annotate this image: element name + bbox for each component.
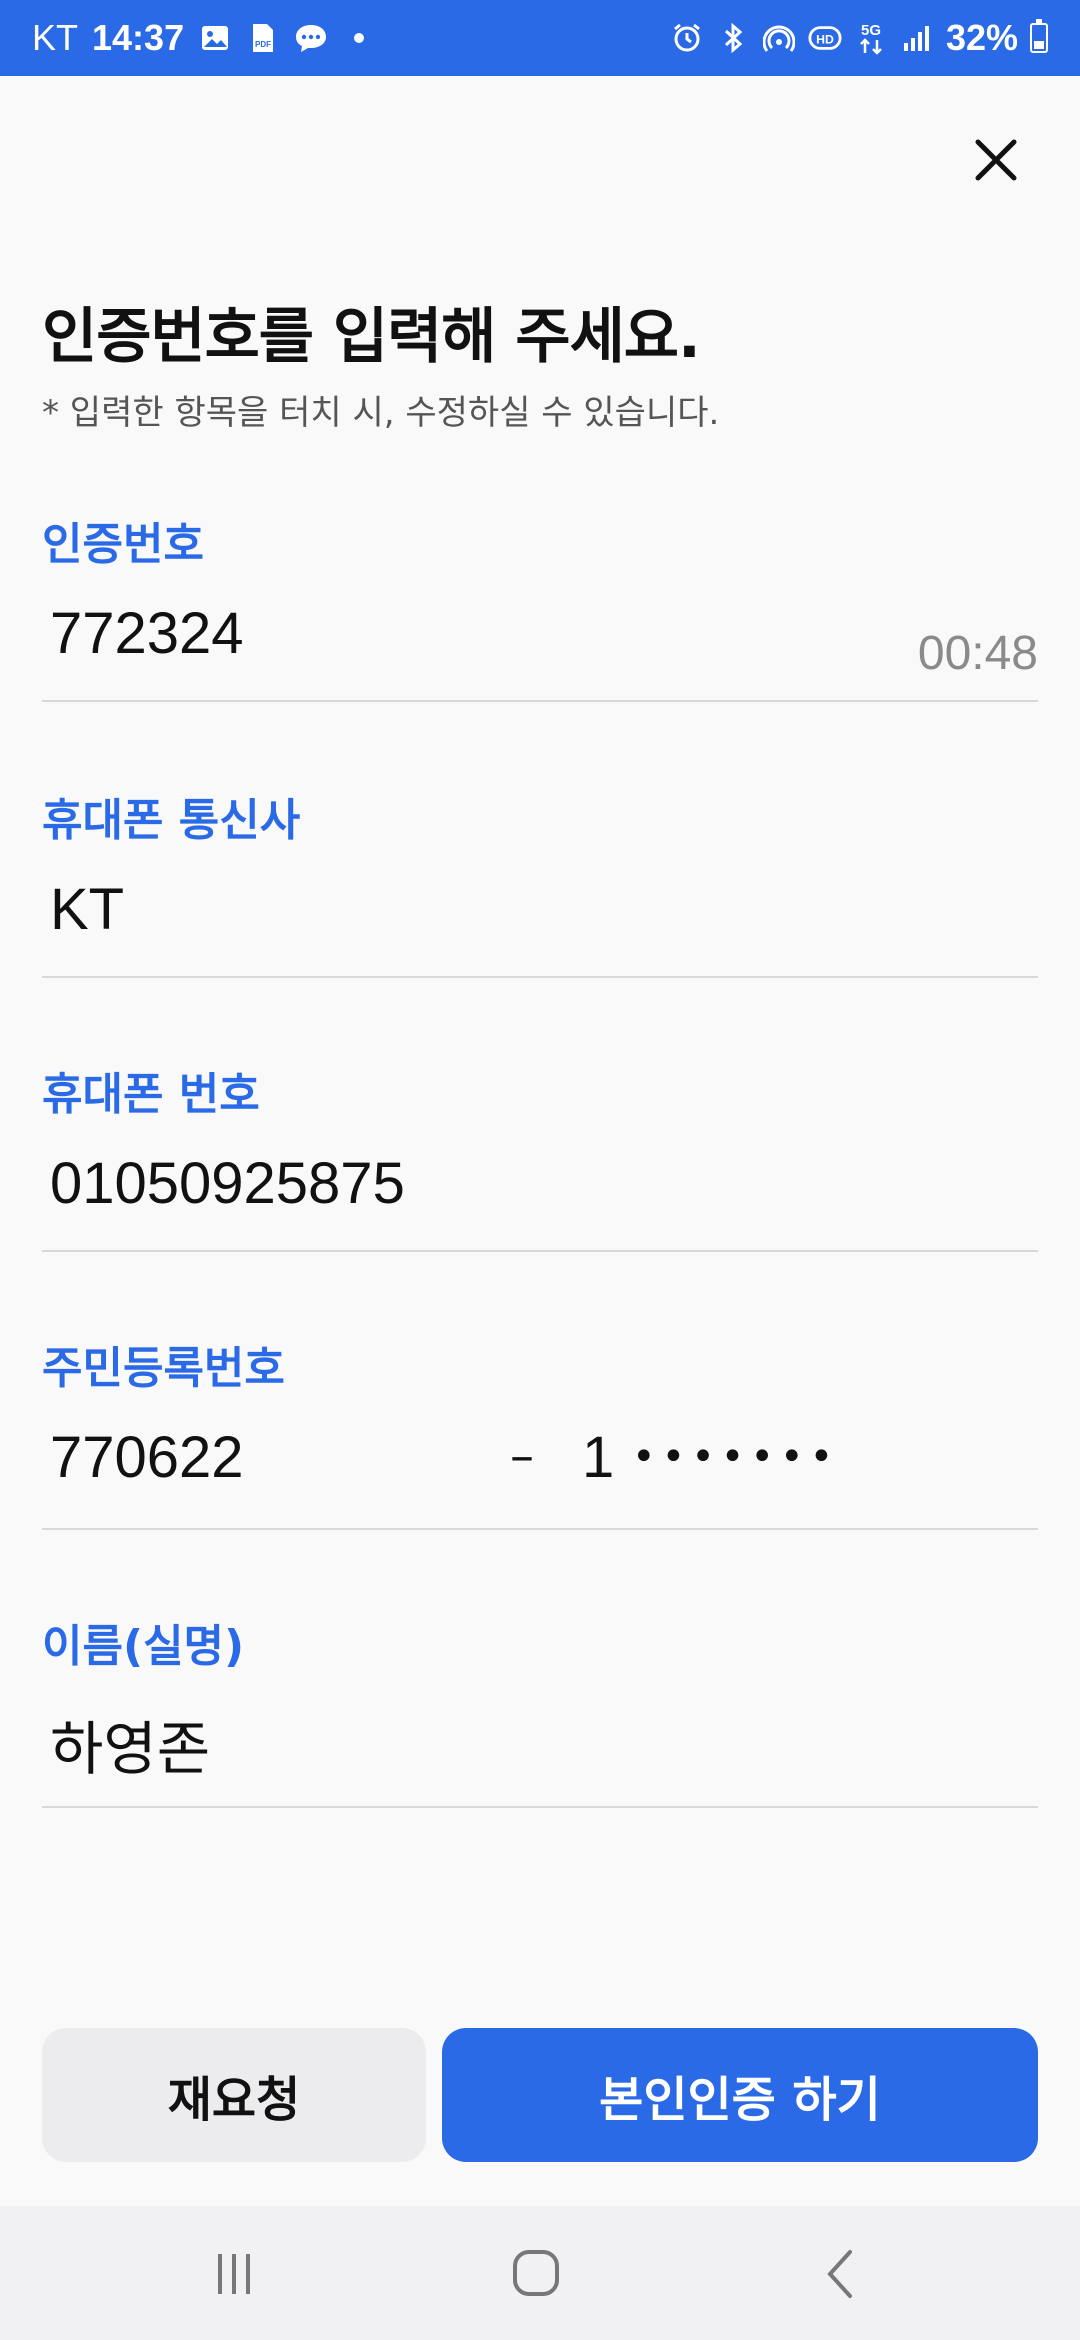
battery-icon (1030, 19, 1048, 53)
navigation-bar (0, 2206, 1080, 2340)
recent-apps-icon[interactable] (204, 2246, 264, 2302)
home-icon[interactable] (506, 2246, 566, 2302)
back-icon[interactable] (810, 2246, 870, 2302)
resident-number-label: 주민등록번호 (42, 1343, 285, 1394)
phone-number-value[interactable]: 01050925875 (50, 1150, 405, 1217)
chat-icon (294, 21, 328, 55)
phone-number-field[interactable]: 휴대폰 번호 01050925875 (42, 1058, 1038, 1254)
resident-number-front[interactable]: 770622 (50, 1424, 244, 1491)
close-button[interactable] (968, 132, 1024, 188)
carrier-name: KT (32, 17, 79, 58)
page-title: 인증번호를 입력해 주세요. (42, 302, 701, 372)
signal-icon (900, 21, 934, 55)
resident-number-field[interactable]: 주민등록번호 770622 – 1 ••••••• (42, 1332, 1038, 1532)
resident-number-masked: ••••••• (632, 1434, 840, 1480)
divider (42, 976, 1038, 978)
divider (42, 1528, 1038, 1530)
pdf-icon: PDF (246, 21, 280, 55)
verification-code-field[interactable]: 인증번호 772324 00:48 (42, 508, 1038, 704)
close-icon (975, 139, 1017, 181)
resend-button[interactable]: 재요청 (42, 2028, 426, 2162)
pdf-icon-text: PDF (255, 40, 271, 49)
dot-icon (342, 21, 376, 55)
verification-code-label: 인증번호 (42, 519, 204, 570)
divider (42, 1806, 1038, 1808)
divider (42, 1250, 1038, 1252)
bluetooth-icon (716, 21, 750, 55)
5g-icon-text: 5G (861, 22, 881, 39)
name-label: 이름(실명) (42, 1621, 245, 1672)
countdown-timer: 00:48 (917, 627, 1038, 680)
battery-percent: 32% (945, 17, 1018, 58)
clock: 14:37 (92, 17, 185, 58)
verification-code-input[interactable]: 772324 (50, 600, 244, 667)
alarm-icon (670, 21, 704, 55)
image-icon (198, 21, 232, 55)
name-field[interactable]: 이름(실명) 하영존 (42, 1610, 1038, 1810)
verify-button[interactable]: 본인인증 하기 (442, 2028, 1038, 2162)
hd-icon: HD (808, 21, 842, 55)
carrier-field[interactable]: 휴대폰 통신사 KT (42, 784, 1038, 980)
hotspot-icon (762, 21, 796, 55)
name-value[interactable]: 하영존 (50, 1702, 210, 1786)
page-subtitle: * 입력한 항목을 터치 시, 수정하실 수 있습니다. (42, 393, 720, 433)
resident-number-separator: – (510, 1428, 534, 1484)
divider (42, 700, 1038, 702)
carrier-label: 휴대폰 통신사 (42, 795, 301, 846)
status-bar: KT 14:37 PDF HD 5G 32% (0, 0, 1080, 76)
hd-icon-text: HD (816, 33, 834, 47)
phone-number-label: 휴대폰 번호 (42, 1069, 260, 1120)
carrier-value[interactable]: KT (50, 876, 124, 943)
resident-number-back-first[interactable]: 1 (582, 1424, 614, 1491)
5g-icon: 5G (854, 21, 888, 55)
